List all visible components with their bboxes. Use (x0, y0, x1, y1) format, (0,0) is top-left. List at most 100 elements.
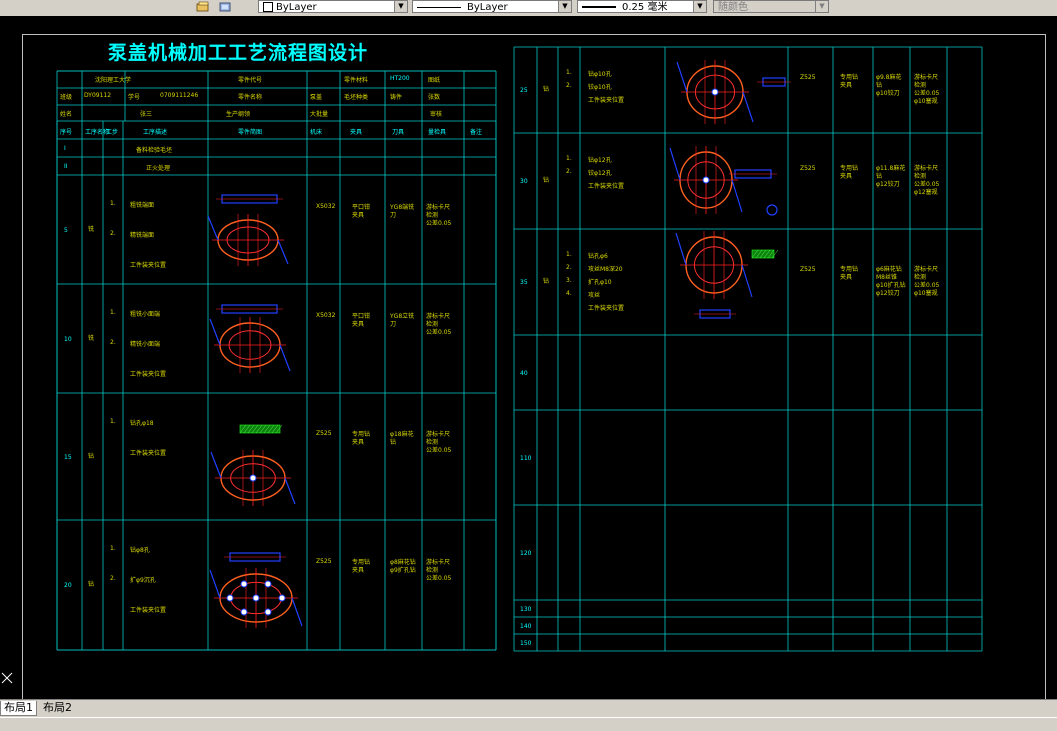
row-no: 25 (520, 87, 528, 94)
row-gauge: φ12塞规 (914, 189, 938, 196)
column-header: 零件简图 (238, 129, 263, 136)
part-plan-view-15 (210, 450, 296, 506)
row-desc: 扩孔φ10 (588, 279, 612, 286)
column-header: 工步 (106, 129, 119, 136)
header-sheet-label: 图纸 (428, 77, 441, 84)
row-tool: 刀 (390, 320, 397, 328)
header-material-label: 零件材料 (344, 77, 369, 84)
row-tool: φ12铰刀 (876, 290, 900, 297)
row-desc: 扩φ9沉孔 (130, 577, 156, 584)
row-desc: 粗铣端面 (130, 202, 155, 209)
row-gauge: φ10塞规 (914, 98, 938, 105)
header-part-name-label: 零件名称 (238, 94, 263, 101)
column-header: 序号 (60, 129, 73, 136)
row-tool: φ12铰刀 (876, 181, 900, 188)
header-blank-type-label: 毛坯种类 (344, 94, 369, 101)
row-step: 1. (110, 200, 116, 207)
row-fixture: 夹具 (352, 320, 365, 328)
part-section-15 (239, 424, 283, 434)
row-machine: X5032 (316, 202, 336, 210)
row-tool: φ9扩孔钻 (390, 567, 416, 574)
header-name-label: 姓名 (60, 111, 73, 118)
row-fixture: 夹具 (840, 274, 853, 281)
row-step: 4. (566, 290, 572, 297)
row-step: 2. (110, 339, 116, 346)
row-fixture: 夹具 (352, 211, 365, 219)
part-side-view-35 (694, 309, 736, 319)
row-no: 120 (520, 549, 532, 557)
column-header: 备注 (470, 129, 483, 136)
row-no: 110 (520, 454, 532, 462)
row-desc: 粗铣小面端 (130, 311, 161, 318)
row-machine: Z525 (316, 558, 332, 565)
row-tool: φ10铰刀 (876, 90, 900, 97)
row-desc: 精铣端面 (130, 232, 155, 239)
column-header: 工序描述 (143, 129, 168, 136)
row-no: 15 (64, 453, 72, 461)
tab-layout1[interactable]: 布局1 (0, 701, 37, 716)
row-desc: 正火处理 (146, 165, 171, 172)
row-desc: 工件装夹位置 (588, 305, 625, 312)
row-step: 1. (110, 418, 116, 425)
row-step: 3. (566, 277, 572, 284)
row-gauge: 公差0.05 (426, 328, 452, 336)
row-no: 10 (64, 335, 72, 343)
row-desc: 钻φ8孔 (130, 547, 150, 554)
header-class-label: 班级 (60, 94, 73, 101)
row-desc: 钻φ10孔 (588, 71, 612, 78)
row-fixture: 夹具 (352, 567, 365, 574)
part-side-view-20 (224, 552, 286, 562)
header-production-value: 大批量 (310, 111, 329, 118)
row-step: 2. (566, 82, 572, 89)
header-name-value: 张三 (140, 111, 153, 118)
row-fixture: 夹具 (840, 173, 853, 180)
part-plan-view-35 (675, 231, 753, 299)
row-op-name: 钻 (543, 86, 550, 93)
row-no: II (64, 163, 68, 170)
row-no: 20 (64, 582, 72, 589)
row-step: 1. (110, 309, 116, 316)
row-op-name: 钻 (543, 278, 550, 285)
column-header: 夹具 (350, 129, 363, 136)
header-part-name: 泵盖 (310, 94, 323, 101)
part-section-35 (751, 249, 779, 259)
part-plan-view-10 (209, 317, 291, 373)
part-plan-view-30 (669, 146, 743, 214)
tab-layout2[interactable]: 布局2 (40, 701, 75, 715)
row-step: 1. (566, 69, 572, 76)
header-student-id-label: 学号 (128, 94, 141, 101)
row-fixture: 夹具 (840, 82, 853, 89)
header-blank-type: 铸件 (390, 94, 403, 101)
row-op-name: 钻 (88, 452, 95, 460)
row-op-name: 钻 (543, 177, 550, 184)
row-step: 2. (110, 575, 116, 582)
row-no: I (64, 145, 66, 152)
header-check-label: 审核 (430, 111, 443, 118)
row-op-name: 铣 (88, 225, 95, 233)
row-gauge: 公差0.05 (426, 446, 452, 454)
row-step: 1. (566, 155, 572, 162)
column-header: 机床 (310, 129, 323, 136)
row-no: 130 (520, 605, 532, 613)
row-tool: 刀 (390, 211, 397, 219)
part-plan-view-5 (207, 214, 289, 266)
header-production-label: 生产纲领 (226, 111, 251, 118)
row-step: 2. (566, 264, 572, 271)
row-machine: Z525 (800, 266, 816, 273)
row-desc: 铰φ10孔 (588, 84, 612, 91)
row-step: 2. (110, 230, 116, 237)
row-step: 1. (110, 545, 116, 552)
row-machine: Z525 (800, 165, 816, 172)
row-desc: 钻孔φ6 (588, 253, 608, 260)
row-desc: 工件装夹位置 (130, 262, 167, 269)
header-school: 沈阳理工大学 (95, 77, 132, 84)
row-desc: 工件装夹位置 (588, 97, 625, 104)
row-no: 35 (520, 279, 528, 286)
header-material: HT200 (390, 75, 410, 82)
part-side-view-10 (216, 304, 283, 314)
ucs-icon (1, 672, 13, 684)
part-detail-30 (766, 204, 778, 216)
layout-tabs-bar: 布局1 布局2 (0, 699, 1057, 717)
row-no: 40 (520, 369, 528, 377)
row-tool: 钻 (390, 438, 397, 446)
